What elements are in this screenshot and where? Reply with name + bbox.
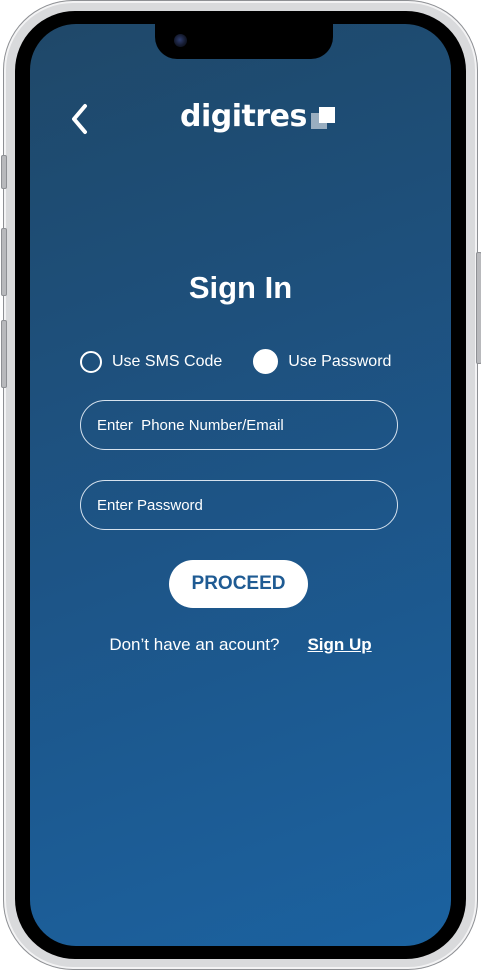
phone-email-input[interactable] — [80, 400, 398, 450]
radio-label: Use Password — [288, 352, 392, 370]
logo-text: digitres — [180, 98, 307, 134]
password-input[interactable] — [80, 480, 398, 530]
proceed-button[interactable]: PROCEED — [169, 560, 308, 608]
front-camera — [174, 34, 187, 47]
phone-frame: digitres Sign In Use SMS Code Use Passwo… — [1, 0, 481, 970]
radio-circle-unselected — [80, 350, 102, 373]
back-button[interactable] — [66, 102, 94, 136]
radio-password[interactable]: Use Password — [253, 349, 391, 374]
radio-label: Use SMS Code — [112, 352, 223, 370]
phone-bezel: digitres Sign In Use SMS Code Use Passwo… — [15, 11, 466, 959]
power-button — [476, 252, 481, 364]
login-method-radio-group: Use SMS Code Use Password — [80, 349, 391, 374]
signup-row: Don’t have an acount? Sign Up — [30, 635, 451, 655]
sign-up-link[interactable]: Sign Up — [307, 635, 371, 654]
page-title: Sign In — [188, 270, 293, 305]
volume-down-button — [1, 320, 7, 388]
radio-sms-code[interactable]: Use SMS Code — [80, 350, 223, 373]
notch — [155, 24, 333, 59]
volume-up-button — [1, 228, 7, 296]
radio-circle-selected — [253, 349, 279, 374]
signup-question: Don’t have an acount? — [109, 635, 280, 654]
app-screen: digitres Sign In Use SMS Code Use Passwo… — [30, 24, 451, 946]
chevron-left-icon — [72, 104, 87, 134]
stacked-squares-icon — [310, 107, 335, 129]
silent-switch — [1, 155, 7, 189]
app-logo: digitres — [180, 96, 337, 136]
